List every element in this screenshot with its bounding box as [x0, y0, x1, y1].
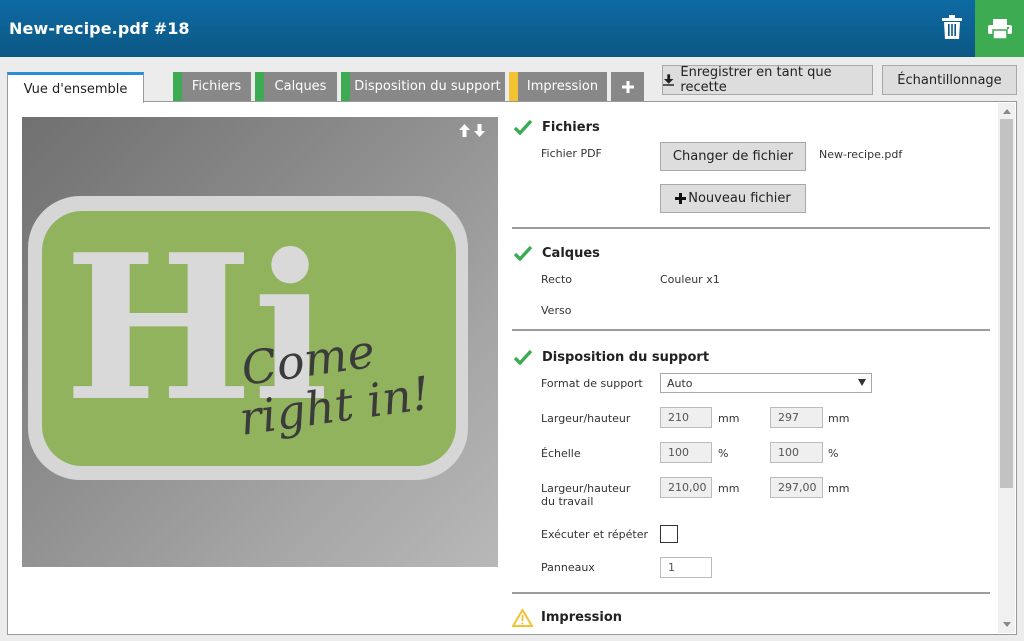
scroll-down-icon[interactable] [1003, 622, 1011, 627]
section-divider [512, 227, 990, 229]
section-print-header: Impression [512, 609, 623, 627]
save-recipe-button[interactable]: Enregistrer en tant que recette [662, 65, 873, 95]
width-field[interactable]: 210 [660, 407, 712, 428]
scale-x-unit: % [718, 447, 729, 460]
trash-icon [942, 15, 962, 39]
tab-status-indicator [255, 72, 264, 101]
check-icon [514, 245, 532, 261]
job-size-label-line2: du travail [541, 495, 594, 508]
tab-overview-label: Vue d'ensemble [23, 81, 128, 97]
tab-status-indicator [509, 72, 518, 101]
printer-icon [987, 18, 1012, 39]
section-divider [512, 592, 990, 594]
scale-y-field[interactable]: 100 [770, 442, 823, 463]
sampling-button[interactable]: Échantillonnage [882, 65, 1017, 95]
job-size-label: Largeur/hauteur du travail [541, 482, 630, 508]
panels-field[interactable]: 1 [660, 557, 712, 578]
tab-print-label: Impression [526, 79, 599, 94]
step-repeat-label: Exécuter et répéter [541, 528, 648, 541]
add-tab-button[interactable] [611, 72, 644, 101]
delete-button[interactable] [934, 8, 970, 46]
pdf-file-name: New-recipe.pdf [819, 148, 903, 161]
new-file-label: Nouveau fichier [688, 191, 791, 206]
panels-value: 1 [668, 561, 675, 574]
scale-x-value: 100 [668, 446, 689, 459]
section-divider [512, 329, 990, 331]
section-layers-header: Calques [514, 245, 600, 261]
scrollbar-thumb[interactable] [1000, 119, 1013, 488]
media-format-value: Auto [667, 376, 693, 390]
media-format-label: Format de support [541, 377, 643, 390]
scale-y-value: 100 [778, 446, 799, 459]
section-layers-title: Calques [542, 245, 600, 261]
section-files-header: Fichiers [514, 119, 600, 135]
height-unit: mm [828, 412, 850, 425]
job-width-unit: mm [718, 482, 740, 495]
pdf-file-label: Fichier PDF [541, 147, 602, 160]
page-navigation[interactable] [459, 124, 485, 137]
plus-icon [621, 80, 634, 93]
tab-layers-label: Calques [274, 79, 327, 94]
sampling-label: Échantillonnage [897, 72, 1002, 88]
panels-label: Panneaux [541, 561, 595, 574]
section-media-layout-title: Disposition du support [542, 349, 710, 365]
arrow-up-icon[interactable] [459, 124, 470, 137]
step-repeat-checkbox[interactable] [660, 525, 678, 543]
tab-status-indicator [173, 72, 182, 101]
job-size-label-line1: Largeur/hauteur [541, 482, 631, 495]
save-recipe-label: Enregistrer en tant que recette [680, 65, 832, 95]
tab-media-layout[interactable]: Disposition du support [341, 72, 505, 101]
height-value: 297 [778, 411, 799, 424]
print-button[interactable] [975, 0, 1024, 57]
change-file-label: Changer de fichier [672, 149, 794, 164]
width-value: 210 [668, 411, 689, 424]
scroll-up-icon[interactable] [1003, 109, 1011, 114]
media-format-select[interactable]: Auto [660, 373, 872, 393]
chevron-down-icon [858, 379, 866, 386]
scale-x-field[interactable]: 100 [660, 442, 712, 463]
new-file-button[interactable]: Nouveau fichier [660, 184, 806, 213]
tab-print[interactable]: Impression [509, 72, 607, 101]
tab-layers[interactable]: Calques [255, 72, 337, 101]
check-icon [514, 349, 532, 365]
app-header: New-recipe.pdf #18 [0, 0, 1024, 57]
warning-icon [512, 609, 533, 627]
tab-media-layout-label: Disposition du support [354, 79, 501, 94]
job-height-unit: mm [828, 482, 850, 495]
change-file-button[interactable]: Changer de fichier [660, 142, 806, 171]
check-icon [514, 119, 532, 135]
tab-status-indicator [341, 72, 350, 101]
height-field[interactable]: 297 [770, 407, 823, 428]
size-label: Largeur/hauteur [541, 412, 631, 425]
document-preview: Hi Come right in! [22, 117, 498, 567]
width-unit: mm [718, 412, 740, 425]
recto-value: Couleur x1 [660, 273, 720, 286]
section-files-title: Fichiers [542, 119, 600, 135]
tab-files-label: Fichiers [191, 79, 242, 94]
job-height-field[interactable]: 297,00 [770, 477, 823, 498]
tab-files[interactable]: Fichiers [173, 72, 251, 101]
section-media-layout-header: Disposition du support [514, 349, 709, 365]
job-height-value: 297,00 [778, 481, 817, 494]
arrow-down-icon[interactable] [474, 124, 485, 137]
document-title: New-recipe.pdf #18 [9, 19, 190, 38]
vertical-scrollbar[interactable] [998, 103, 1015, 633]
tab-overview[interactable]: Vue d'ensemble [7, 72, 144, 103]
job-width-value: 210,00 [668, 481, 707, 494]
verso-label: Verso [541, 304, 572, 317]
job-width-field[interactable]: 210,00 [660, 477, 712, 498]
download-icon [663, 74, 675, 86]
section-print-title: Impression [541, 609, 623, 625]
recto-label: Recto [541, 273, 573, 286]
scale-label: Échelle [541, 447, 581, 460]
scale-y-unit: % [828, 447, 839, 460]
plus-icon [675, 193, 687, 204]
preview-image: Hi Come right in! [28, 196, 468, 480]
